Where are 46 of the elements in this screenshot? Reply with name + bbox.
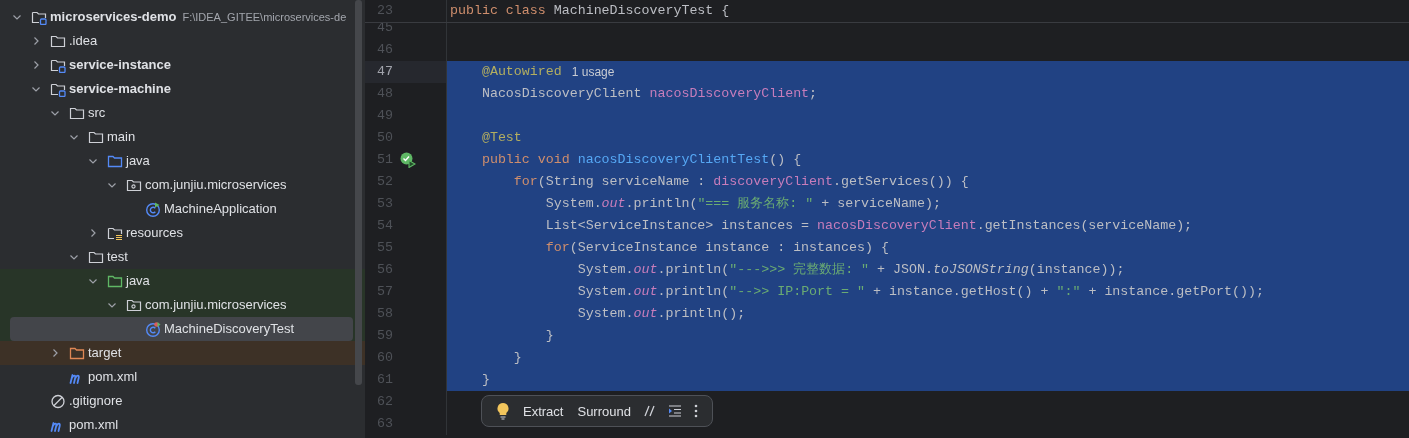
tree-item[interactable]: MachineApplication — [10, 197, 353, 221]
tree-item[interactable]: microservices-demo F:\IDEA_GITEE\microservices-de — [10, 5, 353, 29]
tree-item[interactable]: MachineDiscoveryTest — [10, 317, 353, 341]
module-folder-icon — [50, 81, 66, 97]
tree-item[interactable]: resources — [10, 221, 353, 245]
tree-item[interactable]: .idea — [10, 29, 353, 53]
tree-item[interactable]: java — [10, 269, 353, 293]
folder-icon — [88, 129, 104, 145]
resources-folder-icon — [107, 225, 123, 241]
module-folder-icon — [50, 57, 66, 73]
package-icon — [126, 177, 142, 193]
tree-item[interactable]: .gitignore — [10, 389, 353, 413]
tree-item[interactable]: com.junjiu.microservices — [10, 293, 353, 317]
usage-hint[interactable]: 1 usage — [571, 63, 615, 81]
line-number: 47 — [376, 63, 393, 82]
module-folder-icon — [31, 9, 47, 25]
test-class-icon — [145, 321, 161, 337]
folder-icon — [69, 345, 85, 361]
class-icon — [145, 201, 161, 217]
code-line: public class MachineDiscoveryTest { — [449, 2, 731, 21]
tree-item[interactable]: test — [10, 245, 353, 269]
more-icon[interactable] — [693, 404, 698, 418]
tree-item[interactable]: pom.xml — [10, 413, 353, 437]
tree-item[interactable]: main — [10, 125, 353, 149]
folder-icon — [107, 273, 123, 289]
folder-icon — [88, 249, 104, 265]
tree-item[interactable]: service-instance — [10, 53, 353, 77]
lightbulb-icon[interactable] — [496, 402, 510, 420]
scrollbar-thumb[interactable] — [355, 0, 362, 385]
folder-icon — [69, 105, 85, 121]
run-test-icon[interactable] — [400, 152, 416, 168]
toolbar-button[interactable]: Extract — [522, 404, 565, 418]
ignore-file-icon — [50, 393, 66, 409]
folder-icon — [107, 153, 123, 169]
folder-icon — [50, 33, 66, 49]
tree-item[interactable]: src — [10, 101, 353, 125]
tree-item[interactable]: com.junjiu.microservices — [10, 173, 353, 197]
comment-icon[interactable] — [643, 405, 656, 417]
tree-item[interactable]: java — [10, 149, 353, 173]
project-path: F:\IDEA_GITEE\microservices-de — [182, 9, 347, 25]
tree-item[interactable]: service-machine — [10, 77, 353, 101]
tree-item[interactable]: pom.xml — [10, 365, 353, 389]
indent-icon[interactable] — [667, 405, 682, 417]
toolbar-button[interactable]: Surround — [576, 404, 632, 418]
tree-item[interactable]: target — [10, 341, 353, 365]
package-icon — [126, 297, 142, 313]
